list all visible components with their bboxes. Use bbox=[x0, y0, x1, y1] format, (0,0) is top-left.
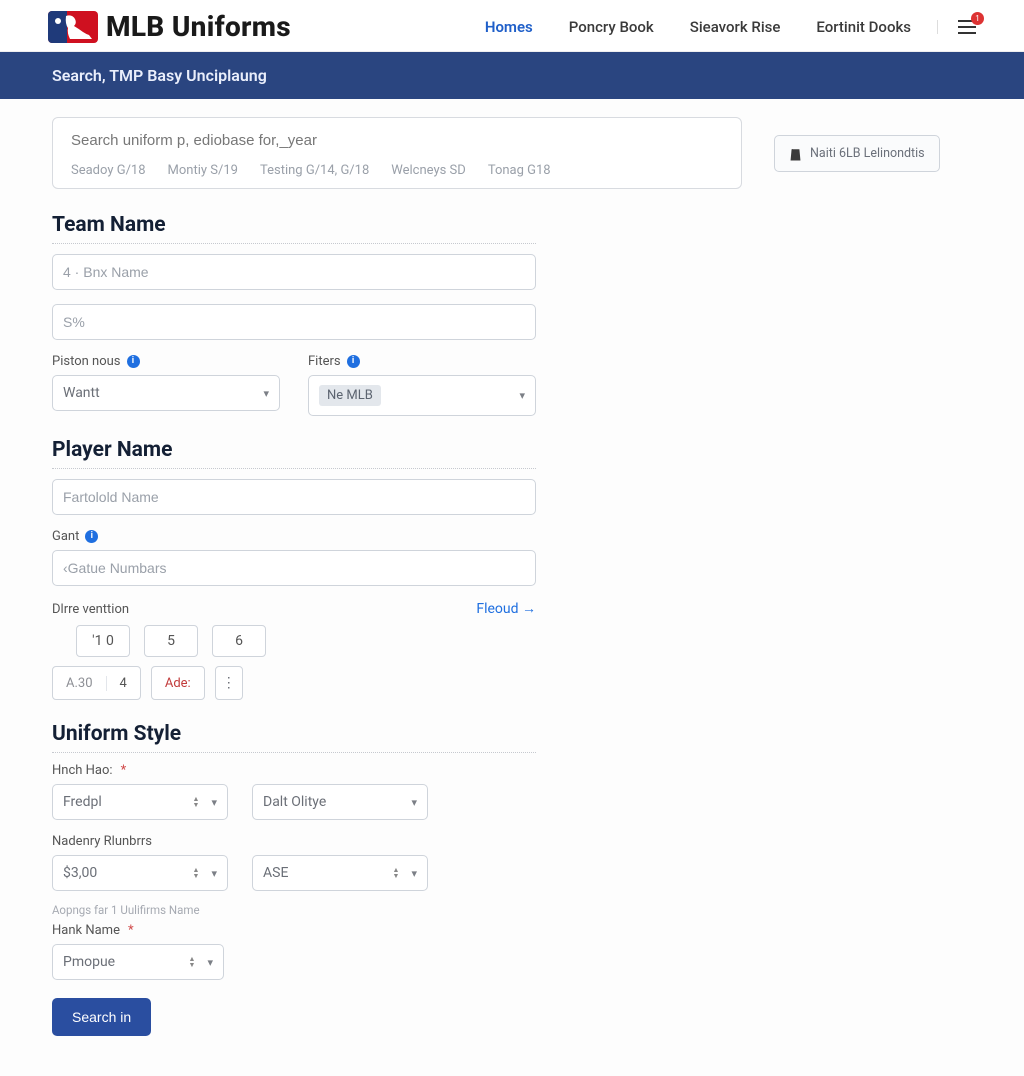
brand-title: MLB Uniforms bbox=[106, 10, 291, 43]
chevron-down-icon: ▾ bbox=[411, 867, 417, 880]
seg-kebab-icon[interactable]: ⋮ bbox=[215, 666, 243, 700]
date-part-2[interactable]: 5 bbox=[144, 625, 198, 657]
mlb-logo-icon bbox=[48, 11, 98, 43]
search-chip[interactable]: Welcneys SD bbox=[391, 163, 466, 178]
team-name-input[interactable] bbox=[52, 254, 536, 290]
top-right-tools: 1 bbox=[937, 20, 976, 34]
hnch-select[interactable]: Fredpl ▲▼ ▾ bbox=[52, 784, 228, 820]
olitye-value: Dalt Olitye bbox=[263, 794, 326, 810]
hnch-label: Hnch Hao:* bbox=[52, 763, 592, 778]
nav-item-homes[interactable]: Homes bbox=[483, 12, 535, 42]
gant-input[interactable] bbox=[52, 550, 536, 586]
side-action-label: Naiti 6LB Lelinondtis bbox=[810, 146, 925, 161]
hank-label: Hank Name* bbox=[52, 923, 592, 938]
chevron-down-icon: ▾ bbox=[211, 796, 217, 809]
stepper-icon: ▲▼ bbox=[393, 867, 400, 879]
filters-tag: Ne MLB bbox=[319, 385, 381, 406]
nadenry-select[interactable]: $3,00 ▲▼ ▾ bbox=[52, 855, 228, 891]
info-icon[interactable]: i bbox=[127, 355, 140, 368]
nav-item-sieavork[interactable]: Sieavork Rise bbox=[688, 12, 783, 42]
filters-select[interactable]: Ne MLB ▾ bbox=[308, 375, 536, 416]
banner-title: Search, TMP Basy Unciplaung bbox=[52, 66, 267, 85]
nadenry-value: $3,00 bbox=[63, 865, 97, 881]
side-action-button[interactable]: Naiti 6LB Lelinondtis bbox=[774, 135, 940, 172]
notification-badge: 1 bbox=[971, 12, 984, 25]
gant-label: Gant i bbox=[52, 529, 536, 544]
piston-select[interactable]: Wantt ▾ bbox=[52, 375, 280, 411]
hnch-value: Fredpl bbox=[63, 794, 102, 810]
nav-item-poncry[interactable]: Poncry Book bbox=[567, 12, 656, 42]
filters-label: Fiters i bbox=[308, 354, 536, 369]
seg-ade[interactable]: Ade: bbox=[151, 666, 205, 700]
global-search-input[interactable] bbox=[71, 132, 725, 149]
ase-select[interactable]: ASE ▲▼ ▾ bbox=[252, 855, 428, 891]
search-suggestion-row: Seadoy G/18 Montiy S/19 Testing G/14, G/… bbox=[71, 163, 725, 178]
fleoud-link[interactable]: Fleoud → bbox=[476, 600, 536, 617]
bag-icon bbox=[789, 147, 802, 161]
stepper-icon: ▲▼ bbox=[193, 796, 200, 808]
hank-value: Pmopue bbox=[63, 954, 115, 970]
chevron-down-icon: ▾ bbox=[519, 389, 525, 402]
search-chip[interactable]: Seadoy G/18 bbox=[71, 163, 146, 178]
seg-ade-label: Ade: bbox=[152, 676, 204, 691]
top-header: MLB Uniforms Homes Poncry Book Sieavork … bbox=[0, 0, 1024, 52]
chevron-down-icon: ▾ bbox=[411, 796, 417, 809]
date-label: Dlrre venttion bbox=[52, 602, 129, 617]
player-name-input[interactable] bbox=[52, 479, 536, 515]
search-chip[interactable]: Testing G/14, G/18 bbox=[260, 163, 369, 178]
hamburger-menu-icon[interactable]: 1 bbox=[958, 20, 976, 34]
stepper-icon: ▲▼ bbox=[193, 867, 200, 879]
chevron-down-icon: ▾ bbox=[207, 956, 213, 969]
brand-block: MLB Uniforms bbox=[48, 10, 291, 43]
section-heading-team: Team Name bbox=[52, 213, 536, 244]
info-icon[interactable]: i bbox=[347, 355, 360, 368]
team-abbr-input[interactable] bbox=[52, 304, 536, 340]
info-icon[interactable]: i bbox=[85, 530, 98, 543]
search-chip[interactable]: Tonag G18 bbox=[488, 163, 551, 178]
seg-a30-right: 4 bbox=[107, 676, 140, 691]
page-banner: Search, TMP Basy Unciplaung bbox=[0, 52, 1024, 99]
stepper-icon: ▲▼ bbox=[189, 956, 196, 968]
piston-value: Wantt bbox=[63, 385, 100, 401]
search-chip[interactable]: Montiy S/19 bbox=[168, 163, 238, 178]
style-footnote: Aopngs far 1 Uulifirms Name bbox=[52, 903, 592, 917]
ase-value: ASE bbox=[263, 865, 288, 881]
date-part-3[interactable]: 6 bbox=[212, 625, 266, 657]
primary-nav: Homes Poncry Book Sieavork Rise Eortinit… bbox=[483, 12, 913, 42]
date-part-1[interactable]: '1 0 bbox=[76, 625, 130, 657]
seg-a30[interactable]: A.30 4 bbox=[52, 666, 141, 700]
search-card: Seadoy G/18 Montiy S/19 Testing G/14, G/… bbox=[52, 117, 742, 189]
piston-label: Piston nous i bbox=[52, 354, 280, 369]
section-heading-player: Player Name bbox=[52, 438, 536, 469]
hank-select[interactable]: Pmopue ▲▼ ▾ bbox=[52, 944, 224, 980]
search-submit-button[interactable]: Search in bbox=[52, 998, 151, 1036]
chevron-down-icon: ▾ bbox=[263, 387, 269, 400]
seg-a30-left: A.30 bbox=[53, 676, 107, 691]
nadenry-label: Nadenry Rlunbrrs bbox=[52, 834, 592, 849]
chevron-down-icon: ▾ bbox=[211, 867, 217, 880]
olitye-select[interactable]: Dalt Olitye ▾ bbox=[252, 784, 428, 820]
nav-item-eortinit[interactable]: Eortinit Dooks bbox=[814, 12, 913, 42]
section-heading-style: Uniform Style bbox=[52, 722, 536, 753]
